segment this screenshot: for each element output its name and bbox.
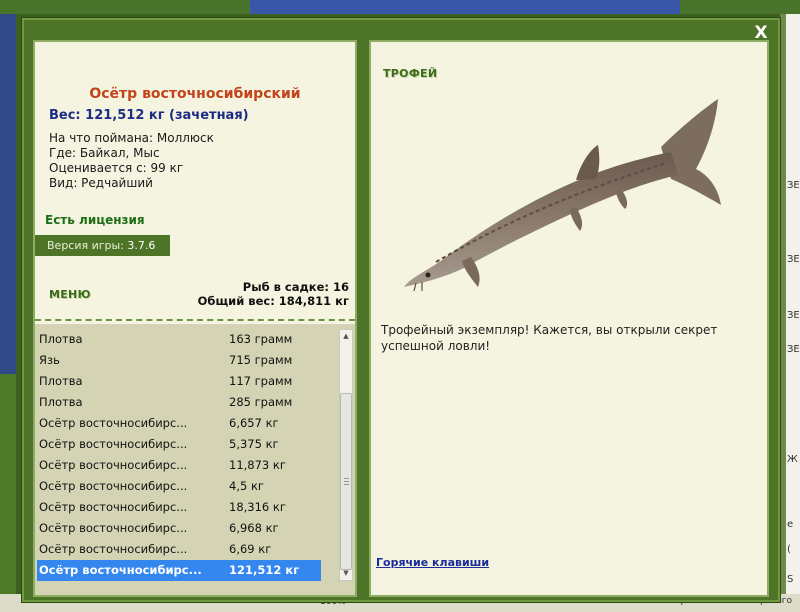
list-item[interactable]: Плотва 285 грамм [37,392,321,413]
version-label: Версия игры: [47,239,128,252]
catch-weight: 11,873 кг [229,458,286,472]
background-fragment: ЗЕ [787,254,800,265]
catch-name: Осётр восточносибирс... [39,458,188,472]
catch-list: Плотва 163 грамм Язь 715 грамм Плотва 117 г… [37,329,321,581]
grip-icon [344,478,349,485]
fish-bait: На что поймана: Моллюск [49,131,214,145]
background-top-blue [250,0,680,14]
fish-weight: Вес: 121,512 кг (зачетная) [49,108,249,123]
catch-weight: 4,5 кг [229,479,264,493]
background-left-strip [0,14,16,612]
catch-weight: 715 грамм [229,353,293,367]
menu-button[interactable]: МЕНЮ [49,288,91,301]
list-item[interactable]: Осётр восточносибирс... 5,375 кг [37,434,321,455]
catch-weight: 6,657 кг [229,416,279,430]
hotkeys-link[interactable]: Горячие клавиши [376,556,489,569]
list-item[interactable]: Осётр восточносибирс... 4,5 кг [37,476,321,497]
license-status: Есть лицензия [45,213,145,227]
list-item[interactable]: Плотва 117 грамм [37,371,321,392]
catch-name: Плотва [39,332,83,346]
list-item[interactable]: Язь 715 грамм [37,350,321,371]
list-item[interactable]: Осётр восточносибирс... 11,873 кг [37,455,321,476]
close-icon[interactable]: X [753,25,769,42]
catch-name: Плотва [39,374,83,388]
catch-name: Язь [39,353,60,367]
keep-net-total-weight: Общий вес: 184,811 кг [197,294,349,308]
sturgeon-image [404,99,721,292]
catch-name: Осётр восточносибирс... [39,437,188,451]
background-fragment: ЗЕ [787,310,800,321]
background-right-strip: ЗЕ ЗЕ ЗЕ ЗЕ Ж e ( S [780,14,800,612]
catch-weight: 6,968 кг [229,521,279,535]
fish-value: Оценивается с: 99 кг [49,161,184,175]
scroll-thumb[interactable] [340,393,352,570]
catch-weight: 18,316 кг [229,500,286,514]
catch-name: Осётр восточносибирс... [39,521,188,535]
background-fragment: ( [787,544,791,555]
list-item[interactable]: Осётр восточносибирс... 18,316 кг [37,497,321,518]
fish-details-panel: Осётр восточносибирский Вес: 121,512 кг … [33,40,357,597]
background-top-strip [0,0,800,14]
catch-name: Осётр восточносибирс... [39,416,188,430]
game-version: Версия игры: 3.7.6 [35,235,170,256]
fish-details: На что поймана: Моллюск Где: Байкал, Мыс… [49,131,214,191]
background-fragment: e [787,519,794,530]
fish-info-dialog: X Осётр восточносибирский Вес: 121,512 к… [22,18,780,602]
scroll-up-arrow-icon[interactable]: ▲ [340,330,352,343]
background-fragment: ЗЕ [787,344,800,355]
background-fragment: S [787,574,794,585]
fish-rarity: Вид: Редчайший [49,176,153,190]
list-item[interactable]: Осётр восточносибирс... 6,657 кг [37,413,321,434]
fish-location: Где: Байкал, Мыс [49,146,160,160]
background-fragment: Ж [787,454,798,465]
catch-weight: 6,69 кг [229,542,272,556]
catch-name: Осётр восточносибирс... [39,500,188,514]
catch-list-scrollbar[interactable]: ▲ ▼ [339,329,353,581]
catch-weight: 117 грамм [229,374,293,388]
keep-net-stats: Рыб в садке: 16 Общий вес: 184,811 кг [198,280,349,308]
list-item[interactable]: Осётр восточносибирс... 6,69 кг [37,539,321,560]
catch-name: Осётр восточносибирс... [39,563,202,577]
list-item[interactable]: Плотва 163 грамм [37,329,321,350]
divider [35,319,355,321]
list-item[interactable]: Осётр восточносибирс... 6,968 кг [37,518,321,539]
fish-name: Осётр восточносибирский [89,86,301,102]
trophy-message: Трофейный экземпляр! Кажется, вы открыли… [381,323,718,353]
version-value: 3.7.6 [127,239,156,252]
catch-name: Осётр восточносибирс... [39,542,188,556]
keep-net-count: Рыб в садке: 16 [242,280,349,294]
list-item-selected[interactable]: Осётр восточносибирс... 121,512 кг [37,560,321,581]
catch-list-area: Плотва 163 грамм Язь 715 грамм Плотва 117 г… [35,324,355,595]
background-left-green [0,374,16,612]
background-right-bar [780,14,786,612]
catch-weight: 5,375 кг [229,437,279,451]
catch-weight: 285 грамм [229,395,293,409]
catch-weight: 121,512 кг [229,563,300,577]
scroll-down-arrow-icon[interactable]: ▼ [340,567,352,580]
catch-name: Плотва [39,395,83,409]
trophy-panel: ТРОФЕЙ Трофейный экземпляр! Кажется, вы … [369,40,769,597]
catch-name: Осётр восточносибирс... [39,479,188,493]
background-fragment: ЗЕ [787,180,800,191]
catch-weight: 163 грамм [229,332,293,346]
